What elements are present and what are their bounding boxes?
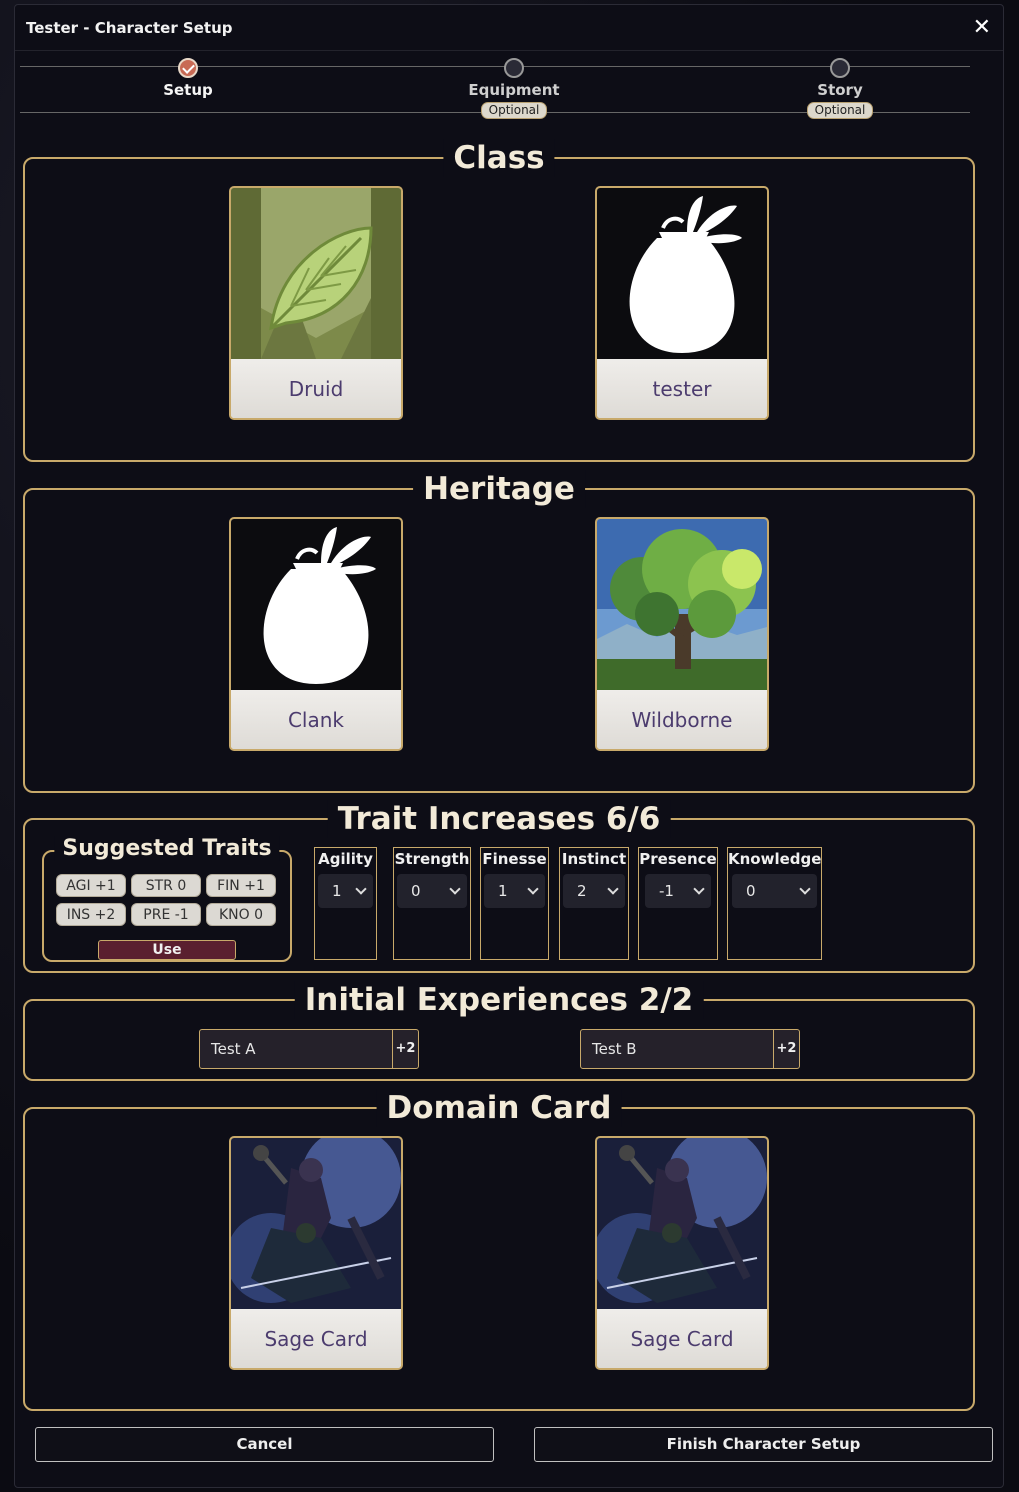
- chevron-down-icon: [607, 883, 619, 895]
- trait-chip: FIN +1: [206, 874, 276, 897]
- heritage-card-clank[interactable]: Clank: [229, 517, 403, 751]
- trait-select[interactable]: 2: [563, 874, 625, 908]
- step-label: Story: [817, 81, 863, 99]
- trait-finesse: Finesse 1: [480, 847, 549, 960]
- leaf-art: [231, 188, 401, 359]
- experience-bonus: +2: [392, 1030, 418, 1068]
- trait-value: 1: [498, 882, 508, 900]
- trait-select[interactable]: 0: [397, 874, 467, 908]
- trait-increases-section: Trait Increases 6/6 Suggested Traits AGI…: [23, 800, 975, 973]
- trait-agility: Agility 1: [314, 847, 377, 960]
- domain-card[interactable]: Sage Card: [229, 1136, 403, 1370]
- tree-art: [597, 519, 767, 690]
- card-name: tester: [597, 359, 767, 418]
- trait-name: Presence: [639, 850, 717, 868]
- step-equipment[interactable]: Equipment Optional: [454, 58, 574, 119]
- dialog-title: Tester - Character Setup: [26, 18, 233, 37]
- heritage-card-wildborne[interactable]: Wildborne: [595, 517, 769, 751]
- domain-card[interactable]: Sage Card: [595, 1136, 769, 1370]
- step-dot: [504, 58, 524, 78]
- section-title: Domain Card: [376, 1089, 622, 1127]
- sack-icon: [231, 519, 401, 690]
- trait-select[interactable]: 0: [732, 874, 817, 908]
- class-section: Class Druid tester: [23, 139, 975, 462]
- section-title: Trait Increases 6/6: [327, 800, 671, 838]
- trait-strength: Strength 0: [393, 847, 471, 960]
- trait-instinct: Instinct 2: [559, 847, 629, 960]
- card-name: Clank: [231, 690, 401, 749]
- section-title: Class: [443, 139, 555, 177]
- step-dot: [830, 58, 850, 78]
- chevron-down-icon: [693, 883, 705, 895]
- domain-card-section: Domain Card Sage Card Sage Card: [23, 1089, 975, 1411]
- trait-name: Agility: [318, 850, 373, 868]
- trait-knowledge: Knowledge 0: [727, 847, 822, 960]
- card-name: Sage Card: [231, 1309, 401, 1368]
- class-card-tester[interactable]: tester: [595, 186, 769, 420]
- optional-badge: Optional: [480, 102, 548, 119]
- sack-icon: [597, 188, 767, 359]
- optional-badge: Optional: [806, 102, 874, 119]
- trait-value: -1: [659, 882, 674, 900]
- trait-value: 0: [746, 882, 756, 900]
- trait-chip: INS +2: [56, 903, 126, 926]
- class-card-druid[interactable]: Druid: [229, 186, 403, 420]
- finish-character-setup-button[interactable]: Finish Character Setup: [534, 1427, 993, 1462]
- trait-chip: AGI +1: [56, 874, 126, 897]
- card-name: Wildborne: [597, 690, 767, 749]
- chevron-down-icon: [355, 883, 367, 895]
- trait-value: 2: [577, 882, 587, 900]
- suggested-chips: AGI +1 STR 0 FIN +1 INS +2 PRE -1 KNO 0: [56, 874, 282, 926]
- step-label: Equipment: [468, 81, 560, 99]
- use-suggested-button[interactable]: Use: [98, 940, 236, 960]
- cancel-button[interactable]: Cancel: [35, 1427, 494, 1462]
- close-icon[interactable]: ✕: [973, 16, 991, 39]
- heritage-section: Heritage Clank Wildborne: [23, 470, 975, 793]
- experience-field[interactable]: Test B +2: [580, 1029, 800, 1069]
- chevron-down-icon: [799, 883, 811, 895]
- dialog-titlebar: Tester - Character Setup ✕: [15, 5, 1003, 51]
- trait-chip: STR 0: [131, 874, 201, 897]
- suggested-traits-box: Suggested Traits AGI +1 STR 0 FIN +1 INS…: [42, 836, 292, 962]
- trait-chip: KNO 0: [206, 903, 276, 926]
- experience-name[interactable]: Test B: [581, 1030, 773, 1068]
- card-name: Druid: [231, 359, 401, 418]
- chevron-down-icon: [527, 883, 539, 895]
- experience-bonus: +2: [773, 1030, 799, 1068]
- step-label: Setup: [163, 81, 213, 99]
- trait-name: Finesse: [482, 850, 547, 868]
- trait-select[interactable]: 1: [484, 874, 545, 908]
- card-name: Sage Card: [597, 1309, 767, 1368]
- trait-name: Knowledge: [728, 850, 822, 868]
- experience-name[interactable]: Test A: [200, 1030, 392, 1068]
- trait-name: Strength: [394, 850, 470, 868]
- trait-presence: Presence -1: [638, 847, 718, 960]
- warrior-art: [597, 1138, 767, 1309]
- trait-select[interactable]: -1: [645, 874, 711, 908]
- trait-value: 0: [411, 882, 421, 900]
- step-complete-check-icon: [178, 58, 198, 78]
- trait-value: 1: [332, 882, 342, 900]
- trait-chip: PRE -1: [131, 903, 201, 926]
- section-title: Initial Experiences 2/2: [294, 981, 704, 1019]
- section-title: Heritage: [413, 470, 585, 508]
- trait-name: Instinct: [561, 850, 627, 868]
- trait-select[interactable]: 1: [318, 874, 373, 908]
- chevron-down-icon: [449, 883, 461, 895]
- experience-field[interactable]: Test A +2: [199, 1029, 419, 1069]
- step-story[interactable]: Story Optional: [780, 58, 900, 119]
- suggested-traits-title: Suggested Traits: [54, 836, 280, 861]
- setup-progress: Setup Equipment Optional Story Optional: [20, 58, 970, 126]
- step-setup[interactable]: Setup: [128, 58, 248, 99]
- initial-experiences-section: Initial Experiences 2/2 Test A +2 Test B…: [23, 981, 975, 1081]
- warrior-art: [231, 1138, 401, 1309]
